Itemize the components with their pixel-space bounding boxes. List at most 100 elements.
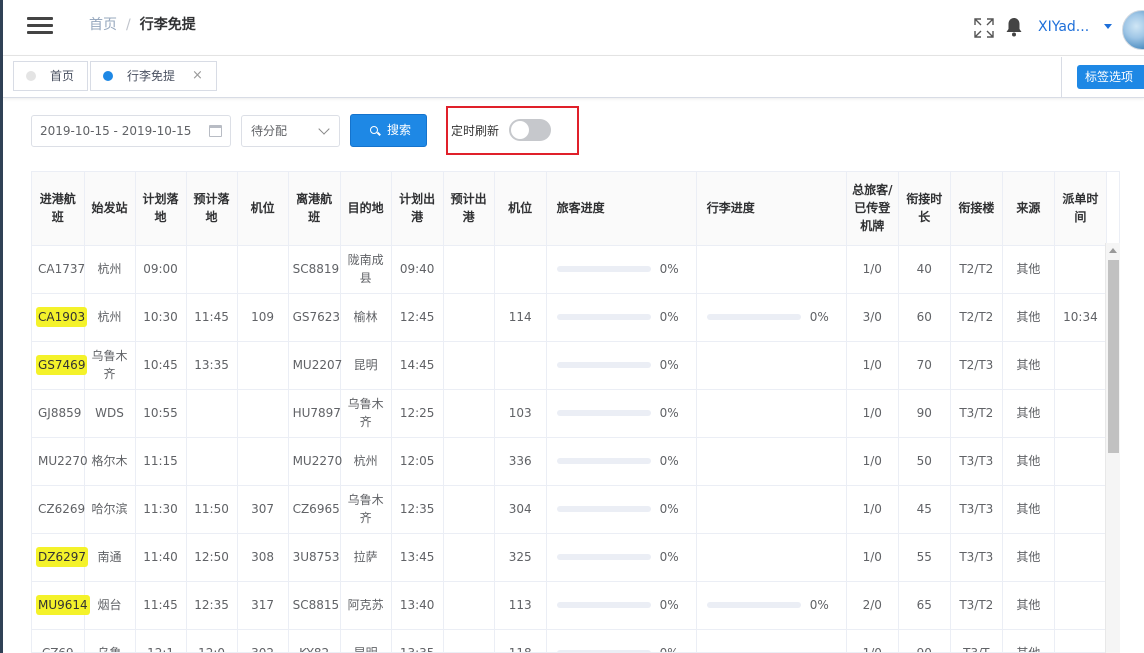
passenger-count-cell: 1/0 (846, 485, 899, 534)
hamburger-icon[interactable] (27, 16, 53, 36)
estimated-landing-cell: 12:0 (186, 629, 238, 652)
source-cell: 其他 (1002, 629, 1055, 652)
passenger-count-cell: 1/0 (846, 341, 899, 390)
search-button-label: 搜索 (387, 123, 412, 137)
progress-track (556, 506, 651, 512)
departure-stand-cell: 304 (494, 485, 547, 534)
caret-down-icon[interactable] (1104, 24, 1112, 29)
table-row[interactable]: GS7469 乌鲁木齐 10:45 13:35 MU2207 昆明 14:45 0% 1/0 70… (32, 341, 1108, 390)
table-row[interactable]: DZ6297 南通 11:40 12:50 308 3U8753 拉萨 13:45 325 0% 1… (32, 533, 1108, 582)
passenger-count-cell: 1/0 (846, 437, 899, 486)
estimated-departure-cell (443, 437, 495, 486)
estimated-departure-cell (443, 341, 495, 390)
tag-home[interactable]: 首页 (13, 61, 88, 91)
arrival-flight-code: GJ8859 (38, 406, 82, 420)
planned-departure-cell: 12:35 (391, 485, 444, 534)
table-row[interactable]: CA1737 杭州 09:00 SC8819 陇南成县 09:40 0% 1/0 40 T2/T2… (32, 245, 1108, 294)
avatar[interactable] (1122, 10, 1144, 50)
estimated-landing-cell (186, 245, 238, 294)
planned-departure-cell: 13:35 (391, 629, 444, 652)
tag-dot-icon (26, 71, 36, 81)
date-range-value: 2019-10-15 - 2019-10-15 (40, 124, 192, 138)
estimated-landing-cell: 11:45 (186, 293, 238, 342)
table-row[interactable]: MU2270 格尔木 11:15 MU2270 杭州 12:05 336 0% 1/0 50 T3/… (32, 437, 1108, 486)
transfer-building-cell: T3/T2 (950, 389, 1003, 438)
planned-departure-cell: 13:45 (391, 533, 444, 582)
arrival-flight-code: MU2270 (38, 454, 88, 468)
scrollbar-thumb[interactable] (1108, 260, 1119, 453)
tag-baggage[interactable]: 行李免提 × (90, 61, 217, 91)
search-icon (370, 126, 378, 134)
status-select[interactable]: 待分配 (241, 115, 340, 147)
column-header: 行李进度 (696, 172, 847, 246)
column-header: 派单时间 (1054, 172, 1108, 246)
baggage-progress-cell: 0% (696, 293, 847, 342)
table-row[interactable]: CZ6269 哈尔滨 11:30 11:50 307 CZ6965 乌鲁木齐 12:35 304… (32, 485, 1108, 534)
baggage-progress-cell (696, 533, 847, 582)
dispatch-time-cell: 10:34 (1054, 293, 1108, 342)
planned-landing-cell: 11:15 (135, 437, 187, 486)
passenger-progress-cell: 0% (546, 389, 697, 438)
planned-landing-cell: 09:00 (135, 245, 187, 294)
fullscreen-icon[interactable] (974, 18, 994, 38)
arrival-flight-code: MU9614 (36, 595, 90, 615)
table-row[interactable]: MU9614 烟台 11:45 12:35 317 SC8815 阿克苏 13:40 113 0%… (32, 581, 1108, 630)
column-header: 机位 (237, 172, 289, 246)
calendar-icon (209, 125, 222, 137)
estimated-departure-cell (443, 581, 495, 630)
transfer-duration-cell: 90 (898, 629, 951, 652)
date-range-picker[interactable]: 2019-10-15 - 2019-10-15 (31, 115, 231, 147)
arrival-flight-code: DZ6297 (36, 547, 88, 567)
destination-cell: 昆明 (340, 629, 392, 652)
progress-bar: 0% (556, 596, 692, 614)
table-row[interactable]: GJ8859 WDS 10:55 HU7897 乌鲁木齐 12:25 103 0% 1/0 90 T… (32, 389, 1108, 438)
transfer-building-cell: T3/T3 (950, 485, 1003, 534)
departure-flight-cell: CZ6965 (288, 485, 341, 534)
arrival-flight-code: CZ6269 (38, 502, 86, 516)
progress-bar: 0% (556, 644, 692, 652)
progress-percent: 0% (659, 550, 679, 564)
progress-track (556, 602, 651, 608)
chevron-down-icon (318, 123, 330, 135)
planned-departure-cell: 12:25 (391, 389, 444, 438)
estimated-landing-cell: 11:50 (186, 485, 238, 534)
planned-departure-cell: 12:45 (391, 293, 444, 342)
bell-icon[interactable] (1005, 17, 1023, 37)
passenger-progress-cell: 0% (546, 581, 697, 630)
arrival-stand-cell: 308 (237, 533, 289, 582)
close-icon[interactable]: × (192, 62, 203, 90)
dispatch-time-cell (1054, 341, 1108, 390)
flight-table: 进港航班 始发站 计划落地 预计落地 机位 离港航班 目的地 计划出港 预计出港 机位 旅客进度 行李… (31, 171, 1120, 653)
departure-flight-cell: KY82 (288, 629, 341, 652)
main-content: 2019-10-15 - 2019-10-15 待分配 搜索 定时刷新 进港航班… (15, 98, 1144, 653)
arrival-flight-cell: CZ69 (32, 629, 85, 652)
table-row[interactable]: CZ69 乌鲁 12:1 12:0 302 KY82 昆明 13:35 118 0% 1/0 90 T3… (32, 629, 1108, 652)
tag-options-button[interactable]: 标签选项 (1077, 65, 1144, 89)
column-header: 进港航班 (32, 172, 85, 246)
auto-refresh-switch[interactable] (509, 119, 551, 141)
baggage-progress-cell (696, 341, 847, 390)
breadcrumb-home[interactable]: 首页 (89, 17, 117, 33)
username[interactable]: XIYad... (1038, 19, 1089, 35)
arrival-flight-code: CA1903 (36, 307, 88, 327)
progress-track (556, 362, 651, 368)
origin-cell: 杭州 (84, 293, 136, 342)
scroll-up-icon[interactable] (1109, 248, 1117, 253)
search-button[interactable]: 搜索 (350, 114, 427, 147)
table-row[interactable]: CA1903 杭州 10:30 11:45 109 GS7623 榆林 12:45 114 0% 0… (32, 293, 1108, 342)
destination-cell: 乌鲁木齐 (340, 389, 392, 438)
arrival-stand-cell (237, 389, 289, 438)
passenger-progress-cell: 0% (546, 533, 697, 582)
baggage-progress-cell (696, 389, 847, 438)
arrival-flight-code: CA1737 (38, 262, 86, 276)
progress-bar: 0% (556, 500, 692, 518)
arrival-flight-cell: MU9614 (32, 581, 90, 630)
planned-landing-cell: 11:40 (135, 533, 187, 582)
departure-stand-cell: 325 (494, 533, 547, 582)
planned-departure-cell: 09:40 (391, 245, 444, 294)
transfer-duration-cell: 70 (898, 341, 951, 390)
vertical-scrollbar[interactable] (1105, 243, 1120, 653)
progress-bar: 0% (556, 260, 692, 278)
arrival-stand-cell: 307 (237, 485, 289, 534)
passenger-progress-cell: 0% (546, 341, 697, 390)
